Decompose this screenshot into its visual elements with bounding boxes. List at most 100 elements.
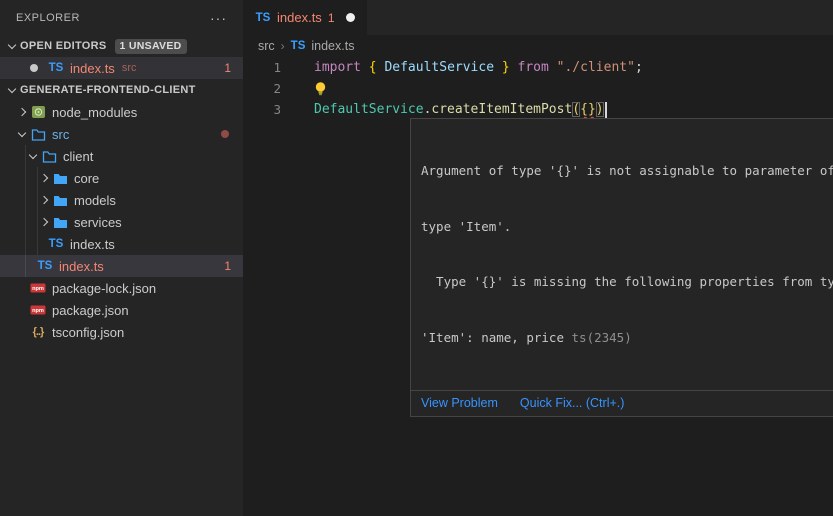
token-dot: .: [424, 102, 432, 117]
tree-item-label: index.ts: [70, 237, 115, 252]
tree-item-label: package-lock.json: [52, 281, 156, 296]
lightbulb-icon[interactable]: [314, 81, 327, 97]
token-class: DefaultService: [314, 102, 424, 117]
typescript-file-icon: TS: [255, 10, 271, 26]
json-file-icon: {..}: [30, 324, 46, 340]
error-message-line: Argument of type '{}' is not assignable …: [421, 162, 833, 181]
breadcrumb-file[interactable]: index.ts: [311, 39, 354, 53]
chevron-right-icon: [36, 170, 52, 186]
hover-actions: View Problem Quick Fix... (Ctrl+.): [411, 390, 833, 416]
chevron-right-icon: [36, 214, 52, 230]
token-keyword: from: [510, 60, 557, 75]
tree-item-label: models: [74, 193, 116, 208]
token-error-argument: {}: [580, 102, 596, 117]
npm-file-icon: npm: [30, 280, 46, 296]
token-import-binding: DefaultService: [384, 60, 494, 75]
workspace-header[interactable]: GENERATE-FRONTEND-CLIENT: [0, 79, 243, 101]
chevron-down-icon: [25, 148, 41, 164]
tree-item-label: core: [74, 171, 99, 186]
tree-item-tsconfig-json[interactable]: {..} tsconfig.json: [0, 321, 243, 343]
folder-icon: [52, 214, 68, 230]
tree-item-label: index.ts: [59, 259, 104, 274]
problems-count-badge: 1: [224, 61, 231, 75]
tree-item-label: package.json: [52, 303, 129, 318]
tree-item-package-lock-json[interactable]: npm package-lock.json: [0, 277, 243, 299]
open-editors-header[interactable]: OPEN EDITORS 1 UNSAVED: [0, 35, 243, 57]
breadcrumb-folder[interactable]: src: [258, 39, 275, 53]
token-brace: {: [369, 60, 385, 75]
more-actions-icon[interactable]: ···: [210, 10, 227, 26]
tree-item-label: src: [52, 127, 69, 142]
tab-index-ts[interactable]: TS index.ts 1: [243, 0, 367, 35]
chevron-down-icon: [14, 126, 30, 142]
tree-item-label: tsconfig.json: [52, 325, 124, 340]
token-string: "./client": [557, 60, 635, 75]
token-method: createItemItemPost: [431, 102, 572, 117]
node-modules-folder-icon: [30, 104, 46, 120]
breadcrumb-separator-icon: ›: [281, 39, 285, 53]
view-problem-link[interactable]: View Problem: [421, 396, 498, 410]
error-message-line: type 'Item'.: [421, 218, 833, 237]
modified-indicator-icon: [221, 130, 229, 138]
tree-item-client[interactable]: client: [0, 145, 243, 167]
chevron-down-icon: [4, 38, 20, 54]
explorer-sidebar: EXPLORER ··· OPEN EDITORS 1 UNSAVED TS i…: [0, 0, 243, 516]
tree-item-src-index-ts[interactable]: TS index.ts 1: [0, 255, 243, 277]
token-paren-close: ): [596, 102, 604, 117]
open-editor-path: src: [122, 62, 137, 74]
npm-file-icon: npm: [30, 302, 46, 318]
breadcrumb: src › TS index.ts: [243, 35, 833, 57]
error-message: Argument of type '{}' is not assignable …: [411, 119, 833, 390]
error-message-line: 'Item': name, price ts(2345): [421, 329, 833, 348]
folder-open-icon: [41, 148, 57, 164]
typescript-file-icon: TS: [291, 40, 306, 52]
svg-text:npm: npm: [32, 308, 44, 314]
line-number: 2: [243, 81, 281, 96]
indent-guide: [37, 167, 38, 255]
line-number: 1: [243, 60, 281, 75]
problems-count-badge: 1: [224, 259, 231, 273]
open-editors-label: OPEN EDITORS: [20, 40, 107, 52]
indent-guide: [25, 145, 26, 277]
typescript-file-icon: TS: [48, 236, 64, 252]
token-brace: }: [494, 60, 510, 75]
text-cursor: [605, 102, 607, 118]
typescript-file-icon: TS: [37, 258, 53, 274]
code-line-1: 1 import { DefaultService } from "./clie…: [243, 57, 833, 78]
explorer-header: EXPLORER ···: [0, 0, 243, 35]
code-line-3: 3 DefaultService.createItemItemPost({}): [243, 99, 833, 120]
chevron-right-icon: [14, 104, 30, 120]
error-code-ref: ts(2345): [572, 330, 632, 345]
modified-dot-icon[interactable]: [26, 60, 42, 76]
tree-item-label: node_modules: [52, 105, 137, 120]
tab-problems-badge: 1: [328, 11, 335, 25]
token-semicolon: ;: [635, 60, 643, 75]
explorer-title: EXPLORER: [16, 12, 80, 24]
tree-item-node-modules[interactable]: node_modules: [0, 101, 243, 123]
unsaved-badge: 1 UNSAVED: [115, 39, 187, 54]
quick-fix-link[interactable]: Quick Fix... (Ctrl+.): [520, 396, 625, 410]
vscode-window: EXPLORER ··· OPEN EDITORS 1 UNSAVED TS i…: [0, 0, 833, 516]
tab-dirty-indicator[interactable]: [346, 13, 355, 22]
open-editor-item[interactable]: TS index.ts src 1: [0, 57, 243, 79]
open-editor-filename: index.ts: [70, 61, 115, 76]
svg-text:npm: npm: [32, 286, 44, 292]
editor-tab-bar: TS index.ts 1: [243, 0, 833, 35]
typescript-file-icon: TS: [48, 60, 64, 76]
token-paren-open: (: [572, 102, 580, 117]
error-message-line: Type '{}' is missing the following prope…: [421, 273, 833, 292]
code-line-2: 2: [243, 78, 833, 99]
folder-icon: [52, 192, 68, 208]
workspace-label: GENERATE-FRONTEND-CLIENT: [20, 84, 196, 96]
chevron-down-icon: [4, 82, 20, 98]
chevron-right-icon: [36, 192, 52, 208]
tab-filename: index.ts: [277, 10, 322, 25]
folder-open-icon: [30, 126, 46, 142]
line-number: 3: [243, 102, 281, 117]
tree-item-package-json[interactable]: npm package.json: [0, 299, 243, 321]
error-hover-tooltip: Argument of type '{}' is not assignable …: [410, 118, 833, 417]
tree-item-label: services: [74, 215, 122, 230]
tree-item-label: client: [63, 149, 93, 164]
token-keyword: import: [314, 60, 369, 75]
tree-item-src[interactable]: src: [0, 123, 243, 145]
